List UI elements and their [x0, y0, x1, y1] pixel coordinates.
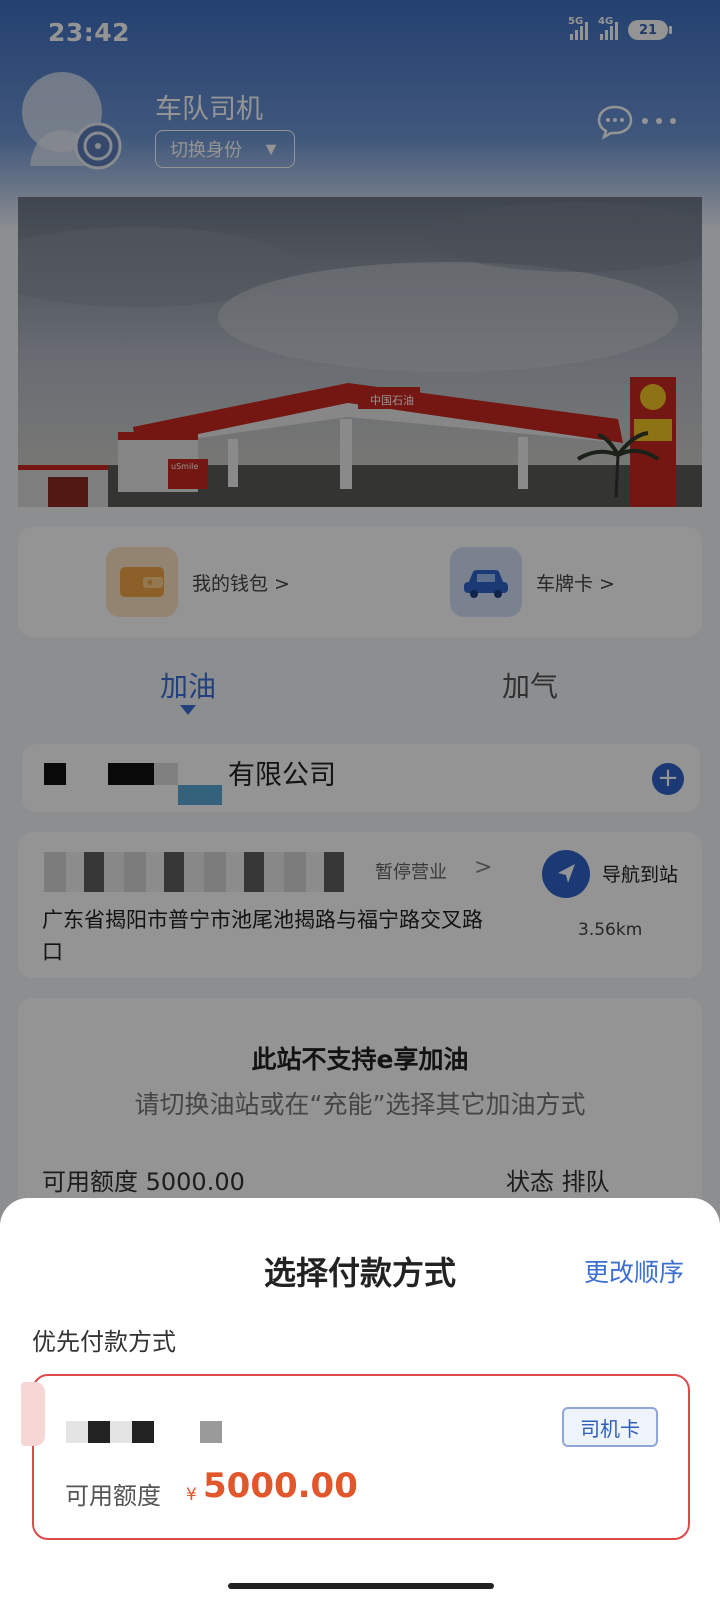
redaction-block: [132, 1421, 154, 1443]
home-indicator[interactable]: [228, 1583, 494, 1589]
redaction-block: [110, 1421, 132, 1443]
currency-symbol: ¥: [186, 1485, 197, 1505]
change-order-button[interactable]: 更改顺序: [584, 1253, 684, 1289]
available-limit-label: 可用额度: [65, 1482, 161, 1510]
redaction-block: [200, 1421, 222, 1443]
redaction-block: [66, 1421, 88, 1443]
payment-option-card[interactable]: [32, 1374, 690, 1540]
available-amount: 5000.00: [203, 1466, 358, 1506]
selected-indicator: [21, 1382, 45, 1446]
priority-payment-label: 优先付款方式: [32, 1328, 176, 1356]
redaction-block: [88, 1421, 110, 1443]
driver-card-badge: 司机卡: [562, 1407, 658, 1447]
app-screen: 23:42 5G 4G 21 车队司机 切换身份 ▼ 中国石油 uSmile 我…: [0, 0, 720, 1600]
